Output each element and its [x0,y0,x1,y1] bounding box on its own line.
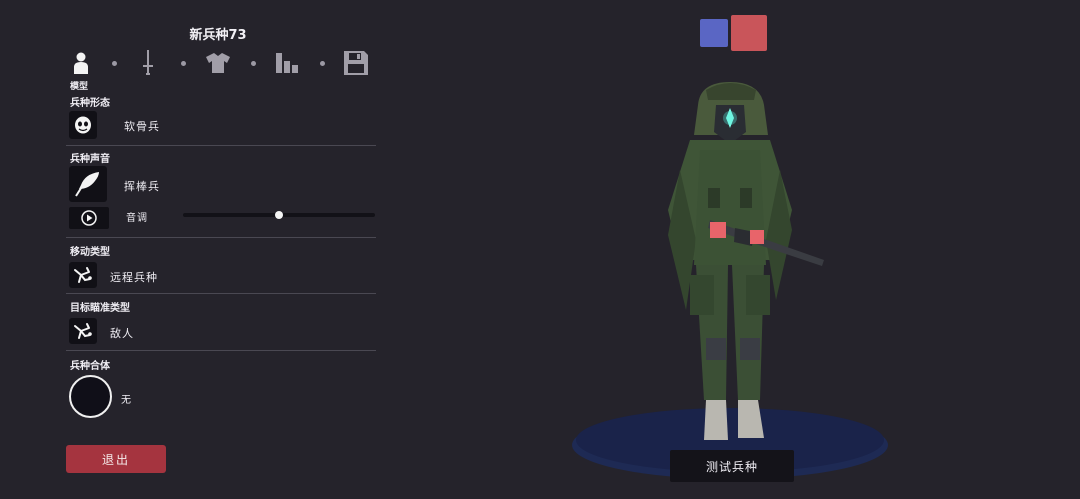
combo-value: 无 [121,395,132,406]
floppy-disk-icon [344,51,368,75]
divider [66,145,376,146]
tab-separator [320,61,325,66]
test-unit-button[interactable]: 测试兵种 [670,450,794,482]
play-voice-button[interactable] [69,207,109,229]
unit-title: 新兵种73 [189,28,247,43]
pitch-slider[interactable] [183,211,375,219]
editor-tabs [68,50,373,80]
exit-button[interactable]: 退出 [66,445,166,473]
tab-separator [112,61,117,66]
person-icon [74,52,88,74]
movement-value: 远程兵种 [110,271,158,284]
shirt-icon [206,53,230,73]
targeting-icon-button[interactable] [69,318,97,344]
divider [66,350,376,351]
tab-separator [181,61,186,66]
divider [66,237,376,238]
tab-clothing[interactable] [205,50,231,76]
tab-save[interactable] [343,50,369,76]
team-red-swatch[interactable] [731,15,767,51]
sword-icon [143,50,153,75]
voice-value: 挥棒兵 [124,180,160,193]
tab-model[interactable] [68,50,94,76]
unit-preview [572,82,888,479]
feather-icon [75,172,99,197]
section-label-combo: 兵种合体 [70,361,110,372]
form-value: 软骨兵 [124,120,160,133]
movement-icon-button[interactable] [69,262,97,288]
bar-chart-icon [276,53,298,73]
section-label-voice: 兵种声音 [70,154,110,165]
falling-figure-icon [74,267,92,283]
form-icon-button[interactable] [69,111,97,139]
unit-editor-panel: 新兵种73 模型 兵种形态 软骨兵 兵种声音 挥棒兵 音调 移动类型 远程兵种 … [0,0,385,499]
active-tab-label: 模型 [70,82,89,92]
falling-figure-icon [74,323,92,339]
tab-weapon[interactable] [135,50,161,76]
pitch-slider-handle[interactable] [275,211,283,219]
combo-unit-slot[interactable] [69,375,112,418]
soldier-figure [668,82,824,440]
voice-icon-button[interactable] [69,166,107,202]
targeting-value: 敌人 [110,327,134,340]
section-label-targeting: 目标瞄准类型 [70,303,130,314]
skull-mask-icon [75,116,91,134]
pitch-label: 音调 [126,213,148,224]
divider [66,293,376,294]
section-label-movement: 移动类型 [70,247,110,258]
section-label-form: 兵种形态 [70,98,110,109]
tab-stats[interactable] [274,50,300,76]
team-blue-swatch[interactable] [700,19,728,47]
tab-separator [251,61,256,66]
play-icon [81,210,97,226]
